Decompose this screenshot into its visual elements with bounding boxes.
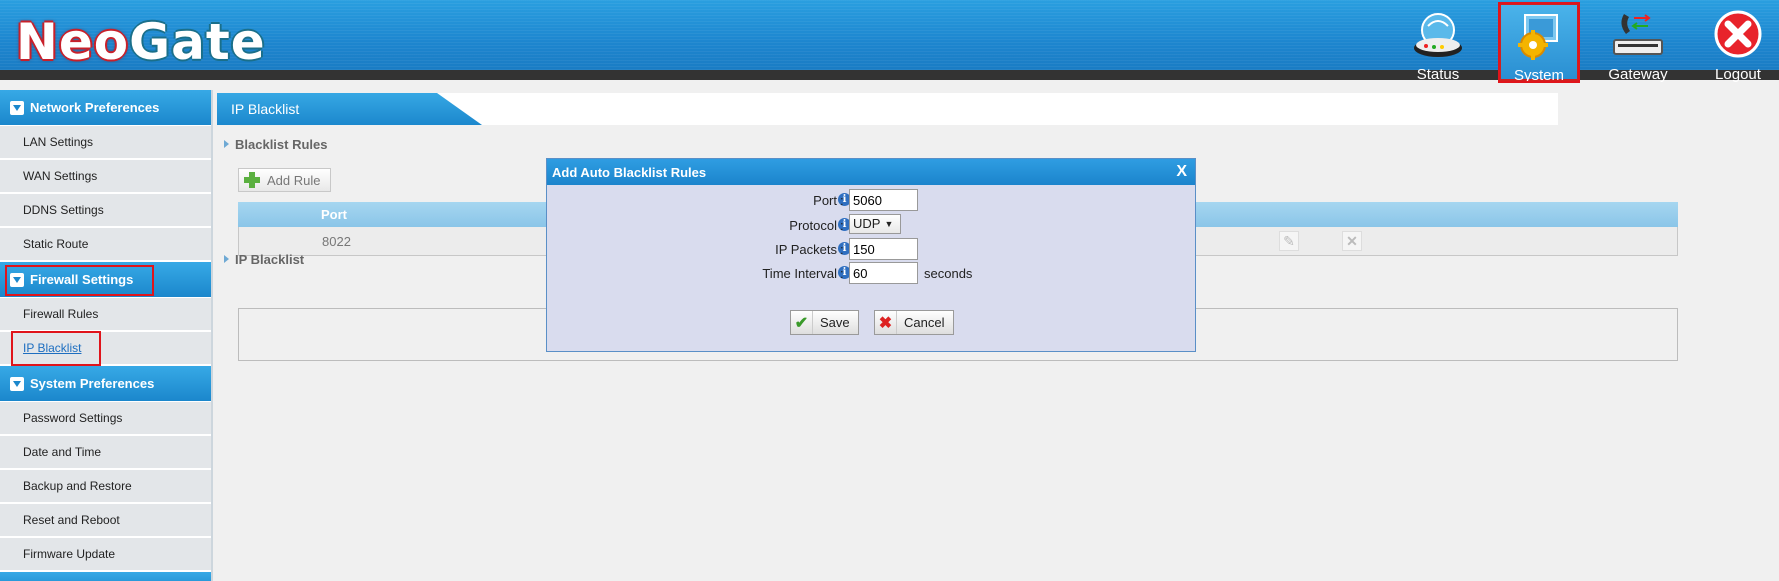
sidebar-item-backup-and-restore[interactable]: Backup and Restore — [0, 470, 211, 504]
logo-text-gate: Gate — [129, 13, 266, 71]
protocol-select[interactable]: UDP ▼ — [849, 214, 901, 234]
cancel-label: Cancel — [904, 315, 945, 330]
add-auto-blacklist-dialog: Add Auto Blacklist Rules X Porti : Proto… — [546, 158, 1196, 352]
colon: : — [840, 193, 844, 208]
time-interval-input[interactable] — [849, 262, 918, 284]
sidebar-item-label: IP Blacklist — [23, 341, 82, 355]
checkmark-icon: ✔ — [791, 311, 813, 334]
nav-status-label: Status — [1416, 66, 1460, 83]
sidebar-item-password-settings[interactable]: Password Settings — [0, 402, 211, 436]
collapse-triangle-icon — [10, 100, 24, 115]
edit-icon[interactable]: ✎ — [1279, 231, 1299, 251]
dialog-title: Add Auto Blacklist Rules — [552, 165, 707, 180]
ip-packets-label-text: IP Packets — [775, 242, 837, 257]
nav-gateway-label: Gateway — [1608, 66, 1668, 83]
port-input[interactable] — [849, 189, 918, 211]
ip-packets-input[interactable] — [849, 238, 918, 260]
logout-x-icon — [1710, 10, 1766, 62]
sidebar-section-next[interactable] — [0, 572, 211, 581]
tab-label: IP Blacklist — [231, 101, 300, 117]
port-row: Port i : — [547, 189, 1197, 211]
port-label: Port i — [813, 193, 851, 208]
neogate-logo: NeoGate — [16, 14, 266, 70]
nav-gateway[interactable]: Gateway — [1598, 4, 1678, 83]
sidebar-item-static-route[interactable]: Static Route — [0, 228, 211, 262]
sidebar-item-label: Password Settings — [23, 411, 123, 425]
save-label: Save — [820, 315, 850, 330]
ip-packets-row: IP Packets i : — [547, 238, 1197, 260]
protocol-row: Protocol i : UDP ▼ — [547, 214, 1197, 236]
cancel-x-icon: ✖ — [875, 311, 897, 334]
cell-port: 8022 — [322, 234, 351, 249]
column-header-port: Port — [321, 207, 347, 222]
top-header: NeoGate Status System Gateway Logout — [0, 0, 1779, 84]
collapse-triangle-icon — [10, 376, 24, 391]
system-gear-icon — [1511, 11, 1567, 63]
colon: : — [840, 242, 844, 257]
add-rule-label: Add Rule — [267, 172, 321, 188]
time-interval-unit: seconds — [924, 266, 973, 281]
cancel-button[interactable]: ✖ Cancel — [874, 310, 954, 335]
plus-icon — [243, 171, 261, 189]
collapse-triangle-icon — [10, 272, 24, 287]
dialog-title-bar: Add Auto Blacklist Rules X — [547, 159, 1195, 185]
sidebar-section-title: System Preferences — [30, 376, 155, 391]
sidebar-item-lan-settings[interactable]: LAN Settings — [0, 126, 211, 160]
nav-status[interactable]: Status — [1398, 4, 1478, 83]
sidebar-item-label: Date and Time — [23, 445, 102, 459]
logo-text-neo: Neo — [16, 13, 130, 71]
nav-logout[interactable]: Logout — [1698, 4, 1778, 83]
protocol-label-text: Protocol — [789, 218, 837, 233]
sidebar-section-firewall[interactable]: Firewall Settings — [0, 262, 211, 298]
sidebar-item-label: Static Route — [23, 237, 89, 251]
sidebar-item-label: WAN Settings — [23, 169, 98, 183]
nav-logout-label: Logout — [1715, 66, 1761, 83]
sidebar-item-label: LAN Settings — [23, 135, 94, 149]
sidebar-section-title: Network Preferences — [30, 100, 160, 115]
delete-icon[interactable]: ✕ — [1342, 231, 1362, 251]
close-button[interactable]: X — [1176, 163, 1187, 181]
add-rule-button[interactable]: Add Rule — [238, 168, 331, 192]
tab-ip-blacklist[interactable]: IP Blacklist — [217, 93, 482, 125]
sidebar-section-title: Firewall Settings — [30, 272, 134, 287]
protocol-value: UDP — [853, 216, 881, 231]
sidebar-item-label: DDNS Settings — [23, 203, 104, 217]
blacklist-rules-title: Blacklist Rules — [224, 137, 328, 152]
sidebar-item-label: Firewall Rules — [23, 307, 99, 321]
nav-system-label: System — [1513, 67, 1564, 84]
colon: : — [840, 218, 844, 233]
sidebar-item-ddns-settings[interactable]: DDNS Settings — [0, 194, 211, 228]
ip-blacklist-title: IP Blacklist — [224, 252, 304, 267]
port-label-text: Port — [813, 193, 837, 208]
sidebar-item-ip-blacklist[interactable]: IP Blacklist — [0, 332, 211, 366]
save-button[interactable]: ✔ Save — [790, 310, 859, 335]
sidebar-item-label: Backup and Restore — [23, 479, 132, 493]
sidebar-item-label: Reset and Reboot — [23, 513, 120, 527]
time-interval-row: Time Intervali : seconds — [547, 262, 1197, 284]
sidebar-item-label: Firmware Update — [23, 547, 116, 561]
tab-bar: IP Blacklist — [217, 93, 1558, 125]
sidebar-item-reset-and-reboot[interactable]: Reset and Reboot — [0, 504, 211, 538]
status-icon — [1410, 10, 1466, 62]
sidebar-section-network[interactable]: Network Preferences — [0, 90, 211, 126]
sidebar-item-date-and-time[interactable]: Date and Time — [0, 436, 211, 470]
sidebar: Network Preferences LAN Settings WAN Set… — [0, 90, 213, 581]
chevron-down-icon: ▼ — [884, 219, 894, 229]
gateway-phone-icon — [1610, 10, 1666, 62]
time-interval-label-text: Time Interval — [762, 266, 837, 281]
sidebar-section-system[interactable]: System Preferences — [0, 366, 211, 402]
sidebar-item-wan-settings[interactable]: WAN Settings — [0, 160, 211, 194]
sidebar-item-firewall-rules[interactable]: Firewall Rules — [0, 298, 211, 332]
sidebar-item-firmware-update[interactable]: Firmware Update — [0, 538, 211, 572]
nav-system[interactable]: System — [1499, 3, 1579, 84]
colon: : — [840, 266, 844, 281]
time-interval-label: Time Interval i — [762, 266, 851, 281]
